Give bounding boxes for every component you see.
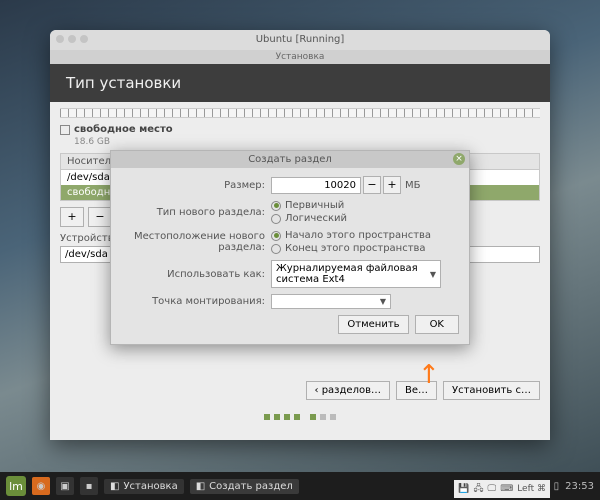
- back-button[interactable]: ‹ разделов…: [306, 381, 390, 400]
- radio-icon: [271, 201, 281, 211]
- close-icon[interactable]: ×: [453, 153, 465, 165]
- window-icon: ◧: [110, 481, 119, 492]
- vm-titlebar: Ubuntu [Running]: [50, 30, 550, 50]
- type-label: Тип нового раздела:: [121, 207, 271, 218]
- radio-icon: [271, 214, 281, 224]
- size-decrease-button[interactable]: −: [363, 176, 381, 194]
- capture-icon: ⌨: [500, 484, 513, 494]
- radio-end[interactable]: Конец этого пространства: [271, 243, 431, 254]
- filesystem-value: Журналируемая файловая система Ext4: [276, 263, 430, 285]
- size-increase-button[interactable]: +: [383, 176, 401, 194]
- chevron-down-icon: ▼: [380, 297, 386, 306]
- create-partition-dialog: Создать раздел × Размер: − + МБ Тип ново…: [110, 150, 470, 345]
- free-space-label: свободное место: [74, 124, 173, 135]
- size-label: Размер:: [121, 180, 271, 191]
- remove-partition-button[interactable]: −: [88, 207, 112, 227]
- dialog-title: Создать раздел ×: [111, 151, 469, 168]
- window-icon: ◧: [196, 481, 205, 492]
- files-icon[interactable]: ▣: [56, 477, 74, 495]
- mount-point-select[interactable]: ▼: [271, 294, 391, 309]
- traffic-max-icon[interactable]: [80, 35, 88, 43]
- add-partition-button[interactable]: +: [60, 207, 84, 227]
- taskbar-task[interactable]: ◧ Создать раздел: [190, 479, 299, 494]
- vm-title: Ubuntu [Running]: [256, 34, 345, 45]
- filesystem-select[interactable]: Журналируемая файловая система Ext4 ▼: [271, 260, 441, 288]
- forward-button[interactable]: Ве…: [396, 381, 437, 400]
- free-space-size: 18.6 GB: [74, 137, 540, 147]
- clock[interactable]: 23:53: [565, 481, 594, 492]
- radio-begin[interactable]: Начало этого пространства: [271, 230, 431, 241]
- start-menu-button[interactable]: lm: [6, 476, 26, 496]
- network-icon: 🖧: [473, 481, 483, 497]
- radio-primary[interactable]: Первичный: [271, 200, 347, 211]
- location-label: Местоположение нового раздела:: [121, 231, 271, 253]
- radio-logical[interactable]: Логический: [271, 213, 347, 224]
- battery-icon[interactable]: ▯: [554, 481, 560, 492]
- radio-icon: [271, 244, 281, 254]
- taskbar-task[interactable]: ◧ Установка: [104, 479, 184, 494]
- partition-ruler: [60, 108, 540, 118]
- page-title: Тип установки: [50, 64, 550, 102]
- terminal-icon[interactable]: ▪: [80, 477, 98, 495]
- use-as-label: Использовать как:: [121, 269, 271, 280]
- vm-status-bar: 💾 🖧 🖵 ⌨ Left ⌘: [454, 480, 550, 498]
- free-space-checkbox[interactable]: [60, 125, 70, 135]
- disk-icon: 💾: [458, 484, 469, 494]
- host-key-label: Left ⌘: [517, 484, 546, 494]
- mount-label: Точка монтирования:: [121, 296, 271, 307]
- traffic-close-icon[interactable]: [56, 35, 64, 43]
- cancel-button[interactable]: Отменить: [338, 315, 408, 334]
- size-input[interactable]: [271, 177, 361, 194]
- progress-dots: [50, 405, 550, 424]
- size-unit: МБ: [405, 180, 421, 191]
- display-icon: 🖵: [488, 484, 497, 494]
- traffic-min-icon[interactable]: [68, 35, 76, 43]
- installer-header: Установка: [50, 50, 550, 64]
- chevron-down-icon: ▼: [430, 270, 436, 279]
- firefox-icon[interactable]: ◉: [32, 477, 50, 495]
- install-button[interactable]: Установить с…: [443, 381, 540, 400]
- radio-icon: [271, 231, 281, 241]
- ok-button[interactable]: OK: [415, 315, 459, 334]
